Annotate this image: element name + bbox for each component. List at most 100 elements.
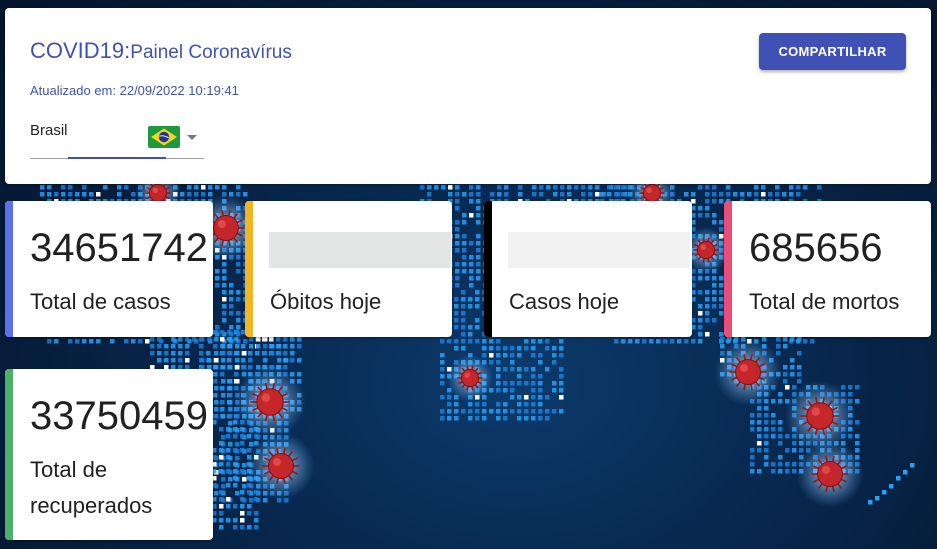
map-dot xyxy=(750,413,755,418)
map-dot xyxy=(226,448,231,453)
header-panel: COVID19:Painel Coronavírus Atualizado em… xyxy=(5,8,931,184)
country-select[interactable]: Brasil xyxy=(30,118,204,162)
map-dot xyxy=(440,416,445,421)
map-dot xyxy=(490,192,495,197)
map-dot xyxy=(712,199,717,204)
map-dot xyxy=(461,332,466,337)
map-dot xyxy=(726,192,731,197)
map-dot xyxy=(226,469,231,474)
map-dot xyxy=(855,434,860,439)
map-dot xyxy=(750,420,755,425)
map-dot xyxy=(545,346,550,351)
map-dot xyxy=(468,409,473,414)
map-dot xyxy=(783,372,788,377)
map-dot xyxy=(96,339,101,344)
map-dot xyxy=(455,241,460,246)
map-dot xyxy=(778,441,783,446)
map-dot xyxy=(503,346,508,351)
map-dot xyxy=(227,358,232,363)
map-dot xyxy=(235,456,240,461)
map-dot xyxy=(441,185,446,190)
map-dot xyxy=(207,358,212,363)
map-dot xyxy=(213,372,218,377)
map-dot xyxy=(284,358,289,363)
map-dot xyxy=(778,469,783,474)
card-cases-today: Casos hoje xyxy=(484,201,692,337)
map-dot xyxy=(185,351,190,356)
map-dot xyxy=(517,374,522,379)
map-dot xyxy=(719,192,724,197)
map-dot xyxy=(201,185,206,190)
map-dot xyxy=(684,339,689,344)
map-dot xyxy=(213,344,218,349)
map-dot xyxy=(236,325,241,330)
share-button[interactable]: COMPARTILHAR xyxy=(759,33,906,70)
map-dot xyxy=(235,491,240,496)
map-dot xyxy=(468,402,473,407)
map-dot xyxy=(171,351,176,356)
deaths-today-value-placeholder xyxy=(269,232,451,268)
map-dot xyxy=(214,491,219,496)
map-dot xyxy=(455,234,460,239)
map-dot xyxy=(228,344,233,349)
map-dot xyxy=(219,448,224,453)
map-dot xyxy=(263,344,268,349)
map-dot xyxy=(214,330,219,335)
map-dot xyxy=(517,395,522,400)
map-dot xyxy=(503,353,508,358)
map-dot xyxy=(663,339,668,344)
map-dot xyxy=(248,358,253,363)
map-dot xyxy=(796,192,801,197)
map-dot xyxy=(82,339,87,344)
map-dot xyxy=(219,518,224,523)
map-dot xyxy=(489,346,494,351)
map-dot xyxy=(531,339,536,344)
map-dot xyxy=(476,206,481,211)
map-dot xyxy=(150,351,155,356)
map-dot xyxy=(855,385,860,390)
map-dot xyxy=(221,414,226,419)
map-dot xyxy=(771,413,776,418)
map-dot xyxy=(297,372,302,377)
map-dot xyxy=(761,192,766,197)
map-dot xyxy=(496,346,501,351)
map-dot xyxy=(790,365,795,370)
map-dot xyxy=(496,409,501,414)
map-dot xyxy=(157,337,162,342)
map-dot xyxy=(790,337,795,342)
chevron-down-icon[interactable] xyxy=(187,135,197,140)
map-dot xyxy=(229,297,234,302)
map-dot xyxy=(447,409,452,414)
map-dot xyxy=(178,358,183,363)
map-dot xyxy=(247,525,252,530)
map-dot xyxy=(705,332,710,337)
map-dot xyxy=(476,199,481,204)
map-dot xyxy=(719,290,724,295)
map-dot xyxy=(164,344,169,349)
map-dot xyxy=(219,525,224,530)
map-dot xyxy=(138,339,143,344)
map-dot xyxy=(588,192,593,197)
map-dot xyxy=(229,325,234,330)
map-dot xyxy=(757,434,762,439)
map-dot xyxy=(771,427,776,432)
map-dot xyxy=(226,483,231,488)
map-dot xyxy=(524,395,529,400)
map-dot xyxy=(761,185,766,190)
map-dot xyxy=(75,192,80,197)
map-dot xyxy=(705,185,710,190)
map-dot xyxy=(440,360,445,365)
map-dot xyxy=(545,416,550,421)
map-dot xyxy=(219,441,224,446)
map-dot xyxy=(229,283,234,288)
map-dot xyxy=(698,311,703,316)
map-dot xyxy=(783,337,788,342)
map-dot xyxy=(764,434,769,439)
map-dot xyxy=(517,409,522,414)
map-dot xyxy=(553,185,558,190)
map-dot xyxy=(270,344,275,349)
map-dot xyxy=(219,427,224,432)
map-dot xyxy=(447,416,452,421)
map-dot xyxy=(469,241,474,246)
map-dot xyxy=(524,339,529,344)
